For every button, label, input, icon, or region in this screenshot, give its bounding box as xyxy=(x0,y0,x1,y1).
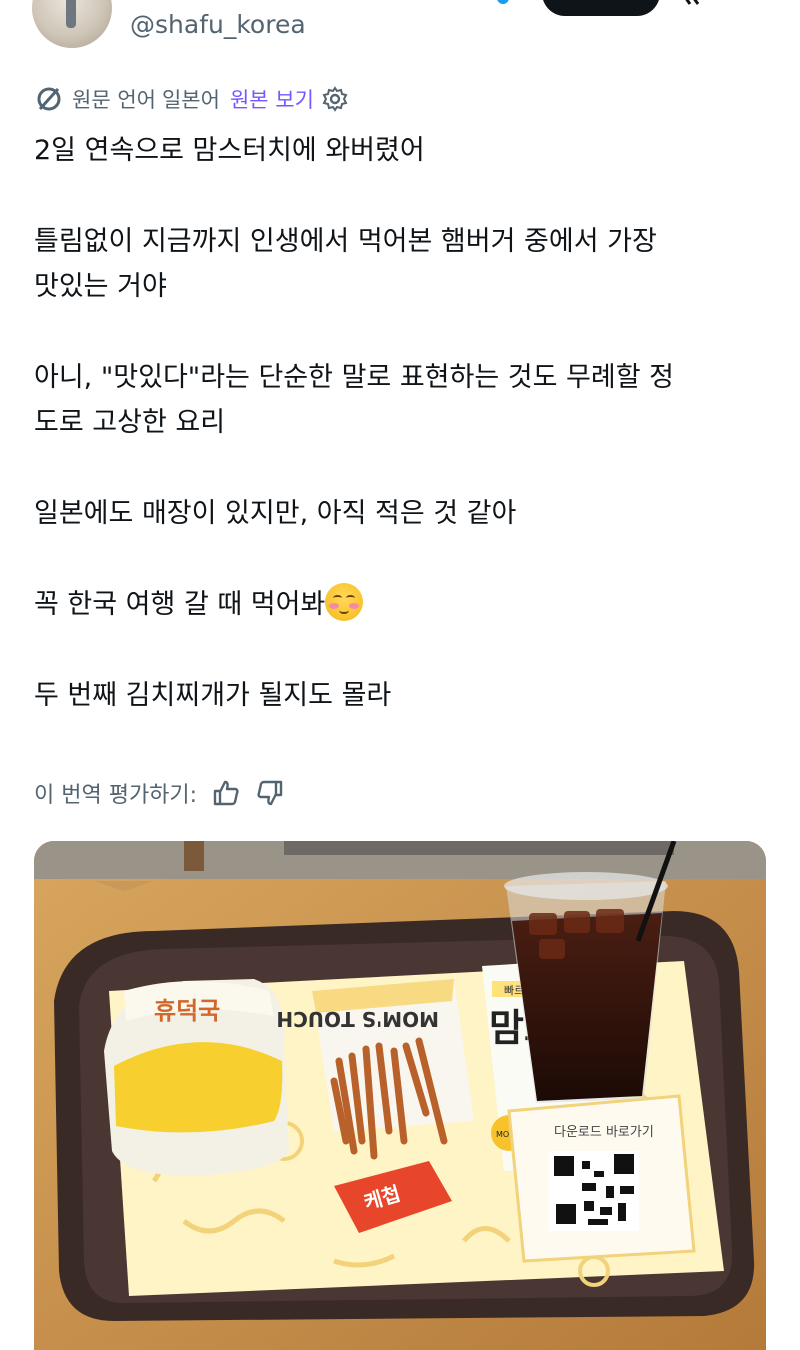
tweet-line: 맛있는 거야 xyxy=(34,271,167,302)
thumbs-up-icon[interactable] xyxy=(211,778,241,808)
tweet-line-text: 꼭 한국 여행 갈 때 먹어봐 xyxy=(34,589,326,620)
tweet-line: 두 번째 김치찌개가 될지도 몰라 xyxy=(34,680,392,711)
translation-source-language: 일본어 xyxy=(161,88,220,112)
tweet-photo[interactable]: 빠르다, 편하다 맘스 A MOM'S PAY 다운로드 바로가기 휴덕국 MO… xyxy=(34,841,766,1350)
tweet-header: @shafu_korea xyxy=(0,0,800,60)
translate-icon xyxy=(37,87,61,111)
gear-icon[interactable] xyxy=(322,86,348,112)
rate-translation-label: 이 번역 평가하기: xyxy=(34,783,198,808)
translation-bar: 원문 언어 일본어 원본 보기 xyxy=(34,84,348,114)
tweet-line: 2일 연속으로 맘스터치에 와버렸어 xyxy=(34,135,425,166)
tweet-line: 아니, "맛있다"라는 단순한 말로 표현하는 것도 무례할 정 xyxy=(34,362,674,393)
tweet-line: 틀림없이 지금까지 인생에서 먹어본 햄버거 중에서 가장 xyxy=(34,226,657,257)
more-icon[interactable] xyxy=(676,0,710,8)
blushing-face-emoji-icon xyxy=(325,583,364,621)
rate-translation: 이 번역 평가하기: xyxy=(34,776,285,810)
thumbs-down-icon[interactable] xyxy=(255,778,285,808)
fries-box-text: MOM'S TOUCH xyxy=(276,1007,439,1031)
user-handle[interactable]: @shafu_korea xyxy=(130,10,306,39)
food-tray-photo: 빠르다, 편하다 맘스 A MOM'S PAY 다운로드 바로가기 휴덕국 MO… xyxy=(34,841,766,1350)
tweet-text: 2일 연속으로 맘스터치에 와버렸어 틀림없이 지금까지 인생에서 먹어본 햄버… xyxy=(34,128,774,718)
tweet-line: 꼭 한국 여행 갈 때 먹어봐 xyxy=(34,582,774,627)
avatar[interactable] xyxy=(32,0,112,48)
verified-badge-icon xyxy=(497,0,509,4)
qr-label-text: 다운로드 바로가기 xyxy=(554,1125,654,1140)
translation-source-prefix: 원문 언어 xyxy=(72,88,156,112)
tweet-line: 도로 고상한 요리 xyxy=(34,407,226,438)
tweet-line: 일본에도 매장이 있지만, 아직 적은 것 같아 xyxy=(34,498,517,529)
show-original-link[interactable]: 원본 보기 xyxy=(230,84,314,114)
burger-wrap-text: 휴덕국 xyxy=(154,997,220,1025)
follow-button[interactable] xyxy=(542,0,660,16)
